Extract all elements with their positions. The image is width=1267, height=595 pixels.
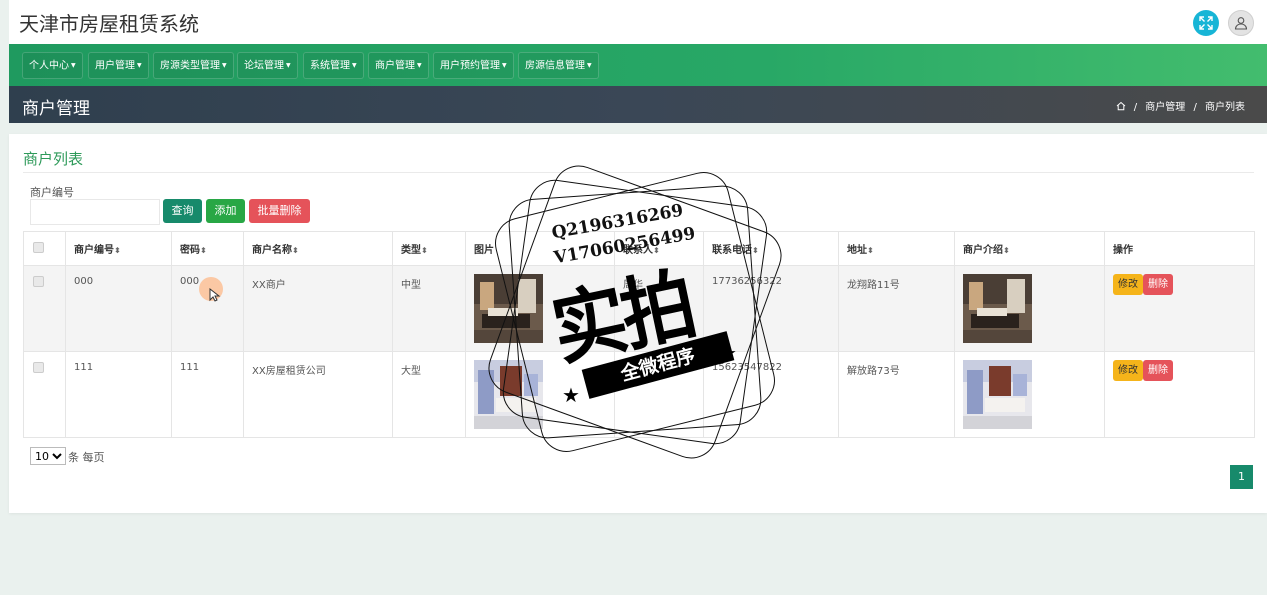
col-password[interactable]: 密码⬍ — [171, 231, 244, 266]
breadcrumb-item-merchant-list: 商户列表 — [1205, 102, 1245, 113]
breadcrumb-separator: / — [1193, 102, 1197, 113]
caret-down-icon: ▼ — [352, 62, 357, 69]
cell-actions: 修改 删除 — [1104, 351, 1255, 438]
page-title: 商户管理 — [22, 99, 90, 119]
cell-image — [465, 265, 615, 352]
cell-address: 解放路73号 — [838, 351, 955, 438]
cell-actions: 修改 删除 — [1104, 265, 1255, 352]
edit-button[interactable]: 修改 — [1113, 274, 1143, 295]
cell-phone: 17736256322 — [703, 265, 839, 352]
top-bar: 天津市房屋租赁系统 — [9, 0, 1267, 44]
nav-item-system-management[interactable]: 系统管理 ▼ — [303, 52, 364, 79]
expand-icon-glyph — [1199, 16, 1213, 30]
col-merchant-name[interactable]: 商户名称⬍ — [243, 231, 393, 266]
cell-image — [465, 351, 615, 438]
edit-button[interactable]: 修改 — [1113, 360, 1143, 381]
merchant-intro-image[interactable] — [963, 360, 1032, 429]
sort-icon[interactable]: ⬍ — [292, 246, 299, 255]
cell-phone: 15623547822 — [703, 351, 839, 438]
search-label: 商户编号 — [30, 186, 74, 199]
cell-contact: 周华 — [614, 265, 704, 352]
caret-down-icon: ▼ — [222, 62, 227, 69]
row-checkbox[interactable] — [33, 362, 44, 373]
table-row: 111 111 XX房屋租赁公司 大型 15623547822 解放路73号 修… — [23, 351, 1255, 438]
col-actions: 操作 — [1104, 231, 1255, 266]
nav-item-appointment-management[interactable]: 用户预约管理 ▼ — [433, 52, 514, 79]
select-all-checkbox[interactable] — [33, 241, 44, 253]
user-icon[interactable] — [1228, 10, 1254, 36]
cell-intro — [954, 351, 1105, 438]
add-button[interactable]: 添加 — [206, 199, 245, 223]
home-icon[interactable] — [1116, 101, 1129, 113]
cell-address: 龙翔路11号 — [838, 265, 955, 352]
nav-item-user-management[interactable]: 用户管理 ▼ — [88, 52, 149, 79]
row-checkbox-cell — [23, 351, 66, 438]
cell-merchant-name: XX房屋租赁公司 — [243, 351, 393, 438]
nav-item-forum-management[interactable]: 论坛管理 ▼ — [237, 52, 298, 79]
cell-type: 中型 — [392, 265, 466, 352]
sort-icon[interactable]: ⬍ — [752, 246, 759, 255]
col-contact[interactable]: 联系人⬍ — [614, 231, 704, 266]
divider — [23, 172, 1254, 173]
col-address[interactable]: 地址⬍ — [838, 231, 955, 266]
expand-icon[interactable] — [1193, 10, 1219, 36]
delete-button[interactable]: 删除 — [1143, 274, 1173, 295]
sort-icon[interactable]: ⬍ — [421, 246, 428, 255]
merchant-table: 商户编号⬍ 密码⬍ 商户名称⬍ 类型⬍ 图片 联系人⬍ 联系电话⬍ 地址⬍ 商户… — [23, 231, 1255, 438]
col-merchant-id[interactable]: 商户编号⬍ — [65, 231, 172, 266]
breadcrumb: / 商户管理 / 商户列表 — [1116, 98, 1245, 113]
merchant-list-card: 商户列表 商户编号 查询 添加 批量删除 商户编号⬍ 密码⬍ 商户名称⬍ 类型⬍… — [9, 134, 1267, 513]
sort-icon[interactable]: ⬍ — [200, 246, 207, 255]
merchant-image[interactable] — [474, 274, 543, 343]
page-size-select[interactable]: 10 — [30, 447, 66, 465]
sort-icon[interactable]: ⬍ — [1003, 246, 1010, 255]
home-icon-glyph — [1116, 101, 1125, 111]
caret-down-icon: ▼ — [502, 62, 507, 69]
app-title: 天津市房屋租赁系统 — [19, 12, 199, 36]
select-all-checkbox-cell — [23, 231, 66, 266]
cell-merchant-name: XX商户 — [243, 265, 393, 352]
breadcrumb-separator: / — [1133, 102, 1138, 113]
row-checkbox-cell — [23, 265, 66, 352]
breadcrumb-item-merchant-management[interactable]: 商户管理 — [1145, 102, 1185, 113]
query-button[interactable]: 查询 — [163, 199, 202, 223]
cell-type: 大型 — [392, 351, 466, 438]
caret-down-icon: ▼ — [71, 62, 76, 69]
col-phone[interactable]: 联系电话⬍ — [703, 231, 839, 266]
cell-merchant-id: 000 — [65, 265, 172, 352]
sort-icon[interactable]: ⬍ — [114, 246, 121, 255]
caret-down-icon: ▼ — [137, 62, 142, 69]
batch-delete-button[interactable]: 批量删除 — [249, 199, 310, 223]
merchant-id-search-input[interactable] — [30, 199, 160, 225]
card-title: 商户列表 — [23, 150, 84, 168]
pagination-page-1[interactable]: 1 — [1230, 465, 1253, 489]
table-header-row: 商户编号⬍ 密码⬍ 商户名称⬍ 类型⬍ 图片 联系人⬍ 联系电话⬍ 地址⬍ 商户… — [23, 231, 1255, 266]
col-image: 图片 — [465, 231, 615, 266]
merchant-image[interactable] — [474, 360, 543, 429]
cell-contact — [614, 351, 704, 438]
caret-down-icon: ▼ — [587, 62, 592, 69]
nav-item-personal-center[interactable]: 个人中心 ▼ — [22, 52, 83, 79]
nav-item-house-info-management[interactable]: 房源信息管理 ▼ — [518, 52, 599, 79]
caret-down-icon: ▼ — [417, 62, 422, 69]
user-icon-glyph — [1234, 17, 1248, 30]
mouse-cursor-icon — [209, 288, 221, 302]
col-intro[interactable]: 商户介绍⬍ — [954, 231, 1105, 266]
sort-icon[interactable]: ⬍ — [867, 246, 874, 255]
page-header: 商户管理 / 商户管理 / 商户列表 — [9, 86, 1267, 123]
nav-item-merchant-management[interactable]: 商户管理 ▼ — [368, 52, 429, 79]
page-size-label: 条 每页 — [68, 451, 105, 464]
main-nav: 个人中心 ▼ 用户管理 ▼ 房源类型管理 ▼ 论坛管理 ▼ 系统管理 ▼ 商户管理 ▼ 用户… — [9, 44, 1267, 86]
cell-merchant-id: 111 — [65, 351, 172, 438]
cell-intro — [954, 265, 1105, 352]
sort-icon[interactable]: ⬍ — [653, 246, 660, 255]
caret-down-icon: ▼ — [286, 62, 291, 69]
nav-item-house-type-management[interactable]: 房源类型管理 ▼ — [153, 52, 234, 79]
merchant-intro-image[interactable] — [963, 274, 1032, 343]
delete-button[interactable]: 删除 — [1143, 360, 1173, 381]
row-checkbox[interactable] — [33, 276, 44, 287]
col-type[interactable]: 类型⬍ — [392, 231, 466, 266]
cell-password: 111 — [171, 351, 244, 438]
